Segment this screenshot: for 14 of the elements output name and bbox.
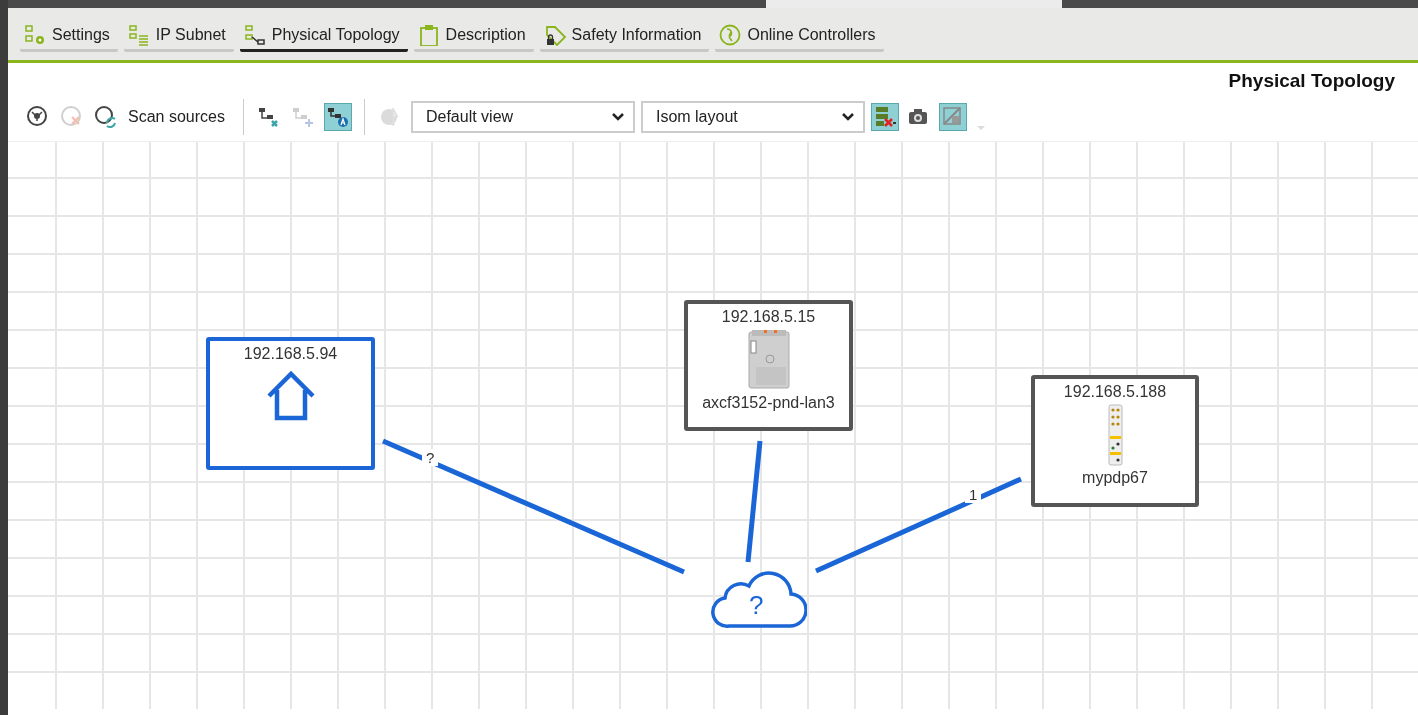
device-name: mypdp67	[1082, 469, 1148, 487]
scan-sources-button[interactable]: Scan sources	[126, 108, 231, 126]
ip-address: 192.168.5.188	[1063, 383, 1167, 401]
view-dropdown[interactable]: Isom layout	[640, 101, 865, 133]
panel-title: Physical Topology	[1228, 70, 1395, 93]
ip-address: 192.168.5.94	[243, 345, 338, 363]
device-node[interactable]: 192.168.5.188 mypdp67	[1031, 375, 1199, 507]
device-node[interactable]: 192.168.5.15 axcf3152-pnd-lan3	[684, 300, 853, 431]
device-node[interactable]: 192.168.5.94	[206, 337, 375, 470]
cloud-label: ?	[749, 592, 764, 618]
ip-address: 192.168.5.15	[721, 308, 816, 326]
view-dropdown[interactable]: Default view	[410, 101, 635, 133]
device-name: axcf3152-pnd-lan3	[702, 394, 835, 412]
port-label: ?	[422, 449, 439, 466]
